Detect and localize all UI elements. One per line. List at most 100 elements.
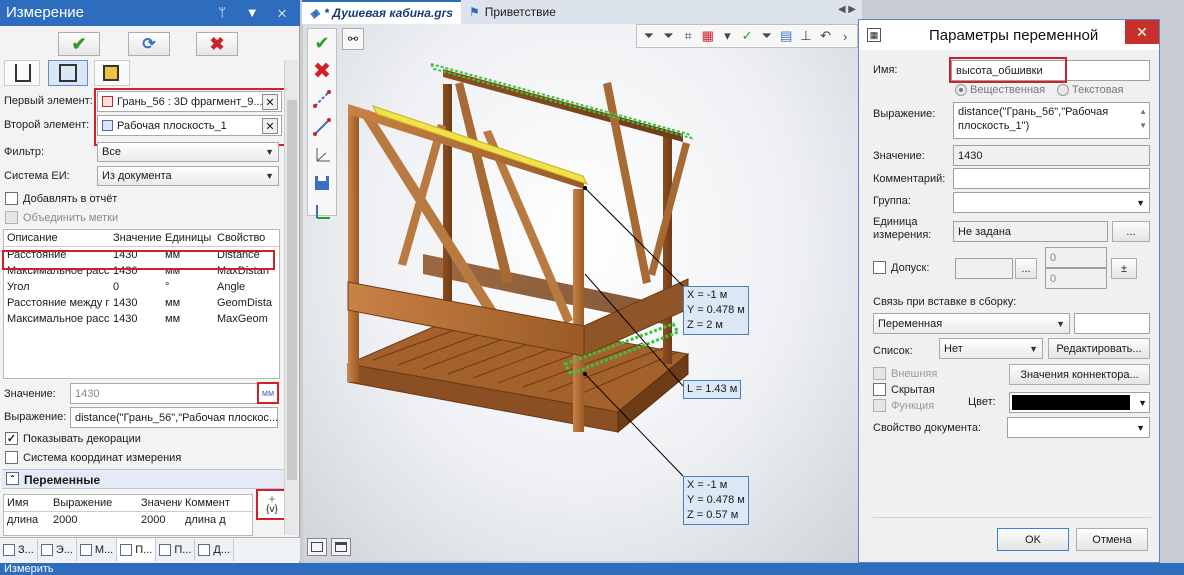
model-tree-tool[interactable]: ⚯	[342, 28, 364, 50]
edit-list-button[interactable]: Редактировать...	[1048, 338, 1150, 359]
link-select[interactable]: Переменная ▼	[873, 313, 1070, 334]
close-button[interactable]: ✕	[1125, 20, 1159, 44]
group-select[interactable]: ▼	[953, 192, 1150, 213]
checkbox-box[interactable]	[5, 211, 18, 224]
checkbox-box[interactable]	[873, 367, 886, 380]
coord-system-checkbox[interactable]: Система координат измерения	[5, 451, 181, 464]
panel-tab-4[interactable]: П...	[156, 538, 196, 561]
refresh-button[interactable]: ⟳	[128, 32, 170, 56]
more-icon[interactable]: ›	[837, 28, 853, 44]
radio-circle[interactable]	[1057, 84, 1069, 96]
dropdown-icon[interactable]: ▾	[720, 28, 736, 44]
axis-tool[interactable]	[308, 197, 336, 225]
external-checkbox[interactable]: Внешняя	[873, 367, 937, 380]
collapse-icon[interactable]: ⌃	[6, 472, 19, 485]
ok-button[interactable]: ✔	[58, 32, 100, 56]
scrollbar-thumb[interactable]	[287, 100, 297, 480]
panel-tab-5[interactable]: Д...	[195, 538, 235, 561]
table-row[interactable]: Максимальное расс 1430 мм MaxGeom	[4, 311, 279, 327]
color-picker[interactable]: ▼	[1009, 392, 1150, 413]
panel-scrollbar[interactable]	[284, 60, 298, 535]
mode-plane-icon[interactable]	[48, 60, 88, 86]
plus-minus-button[interactable]: ±	[1111, 258, 1137, 279]
grid-icon[interactable]: ▤	[778, 28, 794, 44]
checkbox-box[interactable]	[873, 383, 886, 396]
measure-line-tool[interactable]	[308, 85, 336, 113]
unit-button[interactable]: мм	[257, 382, 279, 404]
variables-col-2[interactable]: Значени	[138, 495, 182, 512]
doc-property-select[interactable]: ▼	[1007, 417, 1150, 438]
link-extra-input[interactable]	[1074, 313, 1150, 334]
panel-tab-0[interactable]: З...	[0, 538, 38, 561]
view-single-button[interactable]	[307, 538, 327, 556]
expression-field[interactable]: distance("Грань_56","Рабочая плоскос...	[70, 407, 278, 428]
cancel-button[interactable]: Отмена	[1076, 528, 1148, 551]
variables-section-header[interactable]: ⌃ Переменные	[2, 469, 284, 489]
panel-tab-3[interactable]: П...	[117, 538, 157, 561]
checkbox-box[interactable]	[873, 399, 886, 412]
checkbox-box[interactable]	[5, 192, 18, 205]
panel-tab-2[interactable]: М...	[76, 538, 118, 561]
function-checkbox[interactable]: Функция	[873, 399, 934, 412]
select-check-icon[interactable]: ✓	[739, 28, 755, 44]
results-col-0[interactable]: Описание	[4, 230, 110, 247]
comment-input[interactable]	[953, 168, 1150, 189]
filter-outline-icon[interactable]: ⏷	[661, 28, 677, 44]
results-col-1[interactable]: Значение	[110, 230, 162, 247]
ok-button[interactable]: OK	[997, 528, 1069, 551]
table-row[interactable]: Расстояние между г 1430 мм GeomDista	[4, 295, 279, 311]
first-element-field[interactable]: Грань_56 : 3D фрагмент_9... ✕	[97, 91, 282, 112]
scroll-icon[interactable]: ▲ ▼	[1139, 105, 1147, 133]
table-row[interactable]: Угол 0 ° Angle	[4, 279, 279, 295]
filter-icon[interactable]: ⏷	[641, 28, 657, 44]
list-select[interactable]: Нет ▼	[939, 338, 1043, 359]
measure-segment-tool[interactable]	[308, 113, 336, 141]
confirm-tool[interactable]: ✔	[308, 29, 336, 57]
axis-view-icon[interactable]: ⊥	[798, 28, 814, 44]
panel-title-icons[interactable]: ᛘ ▼ ✕	[218, 0, 294, 26]
show-decorations-checkbox[interactable]: ✓ Показывать декорации	[5, 432, 141, 445]
second-element-field[interactable]: Рабочая плоскость_1 ✕	[97, 115, 282, 136]
checkbox-box[interactable]: ✓	[5, 432, 18, 445]
hidden-checkbox[interactable]: Скрытая	[873, 383, 935, 396]
view-split-button[interactable]	[331, 538, 351, 556]
type-text-radio[interactable]: Текстовая	[1057, 84, 1123, 96]
select-filter-icon[interactable]: ⌗	[680, 28, 696, 44]
variables-col-3[interactable]: Коммент	[182, 495, 252, 512]
checkbox-box[interactable]	[873, 261, 886, 274]
dialog-titlebar[interactable]: ▦ Параметры переменной ✕	[859, 20, 1159, 50]
tolerance-checkbox[interactable]: Допуск:	[873, 261, 929, 274]
value-field[interactable]: 1430	[70, 383, 278, 404]
results-col-3[interactable]: Свойство	[214, 230, 279, 247]
tolerance-browse-button[interactable]: ...	[1015, 258, 1037, 279]
variables-col-0[interactable]: Имя	[4, 495, 50, 512]
results-col-2[interactable]: Единицы	[162, 230, 214, 247]
tab-shower-cabin[interactable]: ◈ * Душевая кабина.grs	[302, 0, 461, 24]
panel-tab-1[interactable]: Э...	[37, 538, 77, 561]
rotate-icon[interactable]: ↶	[818, 28, 834, 44]
coordinates-tool[interactable]	[308, 141, 336, 169]
select-box-icon[interactable]: ▦	[700, 28, 716, 44]
unit-browse-button[interactable]: ...	[1112, 221, 1150, 242]
shower-cabin-model[interactable]	[303, 24, 859, 561]
checkbox-box[interactable]	[5, 451, 18, 464]
tab-nav-arrows[interactable]: ◀ ▶	[838, 4, 856, 15]
type-real-radio[interactable]: Вещественная	[955, 84, 1045, 96]
save-tool[interactable]	[308, 169, 336, 197]
clear-second-element-button[interactable]: ✕	[262, 118, 278, 134]
add-to-report-checkbox[interactable]: Добавлять в отчёт	[5, 192, 117, 205]
radio-circle[interactable]	[955, 84, 967, 96]
expression-textarea[interactable]: distance("Грань_56","Рабочая плоскость_1…	[953, 102, 1150, 139]
3d-viewport[interactable]: X = -1 м Y = 0.478 м Z = 2 м L = 1.43 м …	[303, 24, 859, 561]
table-row[interactable]: длина 2000 2000 длина д	[4, 512, 252, 528]
connector-values-button[interactable]: Значения коннектора...	[1009, 364, 1150, 385]
funnel-icon[interactable]: ⏷	[759, 28, 775, 44]
tab-welcome[interactable]: ⚑ Приветствие	[461, 0, 564, 24]
filter-select[interactable]: Все ▼	[97, 142, 279, 162]
merge-marks-checkbox[interactable]: Объединить метки	[5, 211, 118, 224]
mode-point-icon[interactable]	[4, 60, 40, 86]
mode-solid-icon[interactable]	[94, 60, 130, 86]
units-select[interactable]: Из документа ▼	[97, 166, 279, 186]
cancel-tool[interactable]: ✖	[308, 57, 336, 85]
variables-col-1[interactable]: Выражение	[50, 495, 138, 512]
